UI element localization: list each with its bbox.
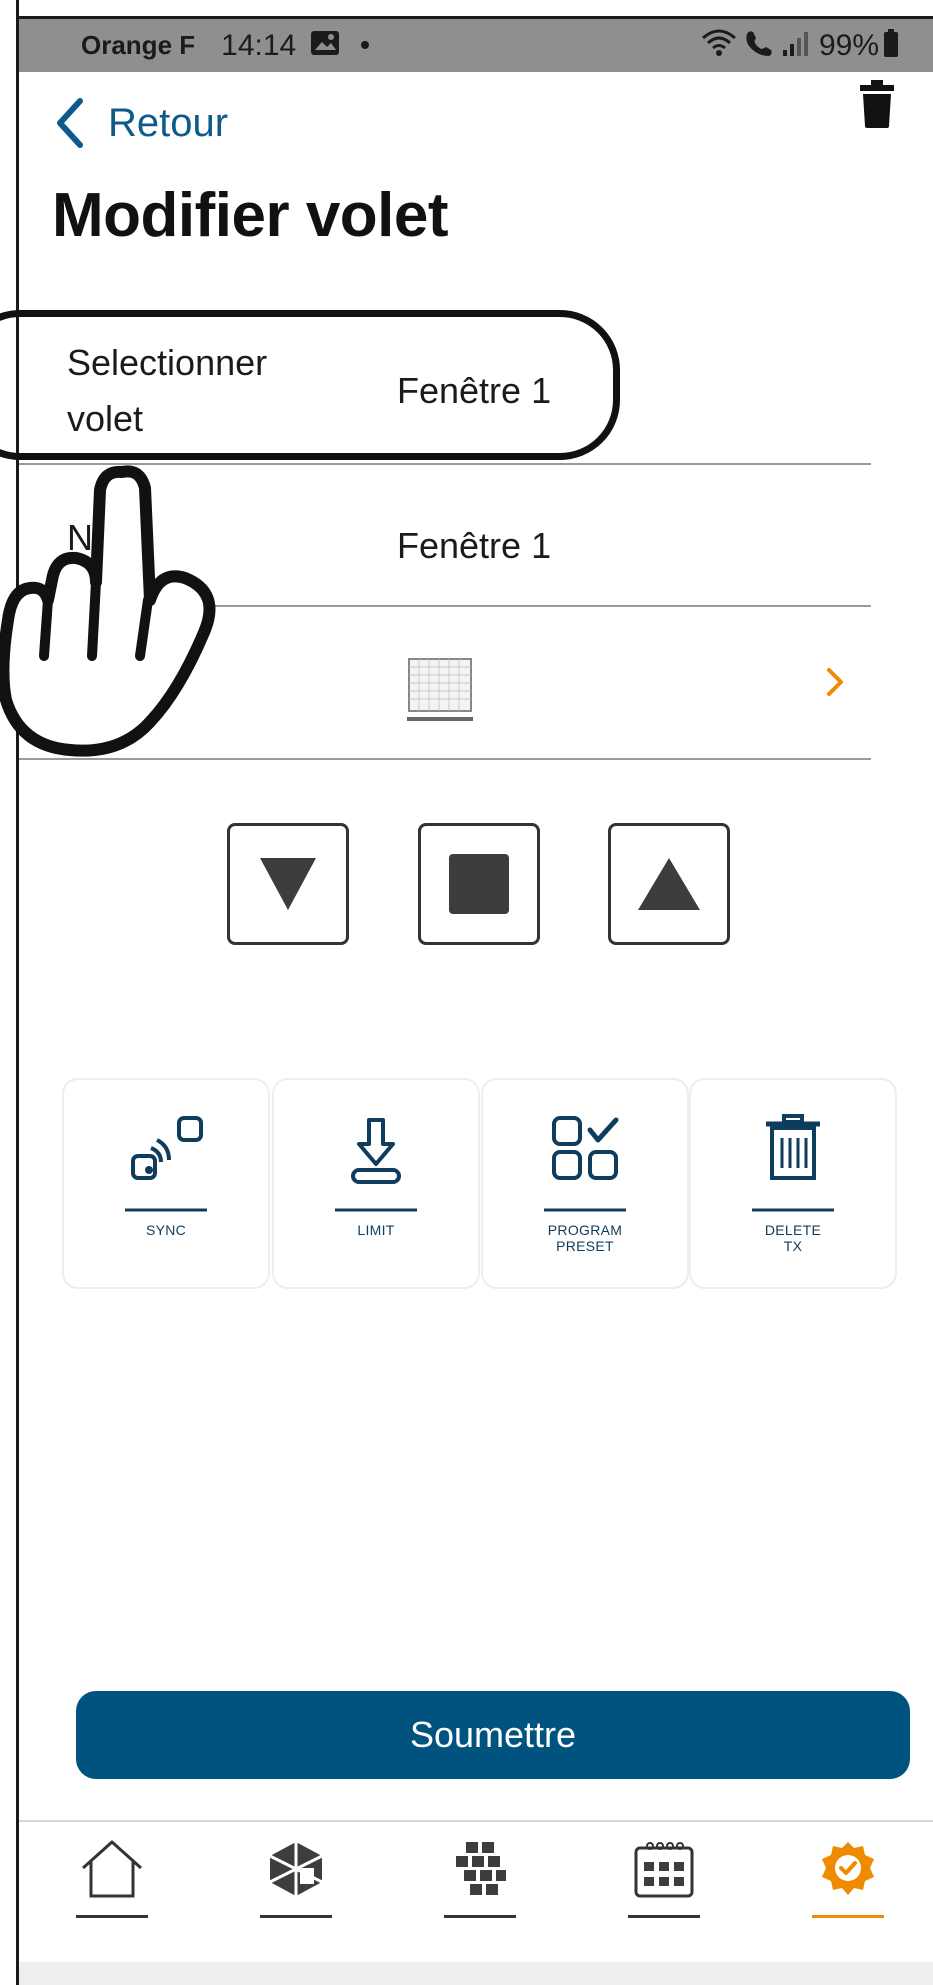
limit-icon — [335, 1118, 417, 1212]
highlight-outline — [0, 310, 620, 460]
nav-home[interactable] — [74, 1838, 150, 1918]
signal-icon — [781, 28, 811, 63]
wifi-icon — [701, 28, 737, 63]
shutter-up-button[interactable] — [608, 823, 730, 945]
window-shutter-icon — [407, 658, 473, 721]
limit-label: LIMIT — [357, 1222, 395, 1238]
limit-tile[interactable]: LIMIT — [272, 1078, 480, 1289]
nav-underline — [76, 1915, 148, 1918]
shutter-stop-button[interactable] — [418, 823, 540, 945]
sync-tile[interactable]: SYNC — [62, 1078, 270, 1289]
back-label: Retour — [108, 100, 229, 145]
shutter-down-button[interactable] — [227, 823, 349, 945]
nav-underline — [444, 1915, 516, 1918]
page-title: Modifier volet — [52, 181, 449, 250]
nav-rooms[interactable] — [258, 1838, 334, 1918]
chevron-right-icon — [827, 668, 843, 696]
status-bar: Orange F 14:14 99% — [19, 19, 933, 72]
sync-label: SYNC — [145, 1222, 187, 1238]
sync-icon — [125, 1116, 207, 1212]
nav-underline — [628, 1915, 700, 1918]
pointing-hand-icon — [0, 465, 216, 757]
dot-icon — [360, 37, 370, 55]
calendar-icon — [634, 1842, 694, 1898]
nav-settings[interactable] — [810, 1838, 886, 1918]
delete-tx-icon — [752, 1114, 834, 1212]
program-preset-icon — [544, 1116, 626, 1212]
frame-border-left — [16, 0, 19, 1985]
battery-level: 99% — [818, 28, 879, 62]
submit-button[interactable]: Soumettre — [76, 1691, 910, 1779]
carrier-name: Orange F — [81, 30, 196, 60]
back-button[interactable]: Retour — [50, 95, 228, 151]
nav-underline — [260, 1915, 332, 1918]
program-preset-tile[interactable]: PROGRAM PRESET — [481, 1078, 689, 1289]
nav-calendar[interactable] — [626, 1838, 702, 1918]
square-stop-icon — [449, 854, 509, 914]
nav-scenes[interactable] — [442, 1838, 518, 1918]
delete-tx-label: DELETE TX — [764, 1222, 822, 1254]
triangle-up-icon — [638, 858, 700, 910]
system-nav-strip — [19, 1962, 933, 1985]
call-icon — [743, 28, 775, 63]
scenes-icon — [456, 1842, 506, 1895]
program-preset-label: PROGRAM PRESET — [547, 1222, 623, 1254]
clock: 14:14 — [221, 28, 297, 62]
nav-separator — [19, 1820, 933, 1822]
name-value[interactable]: Fenêtre 1 — [397, 525, 551, 567]
home-icon — [81, 1840, 143, 1898]
triangle-down-icon — [260, 858, 316, 910]
trash-icon[interactable] — [860, 80, 894, 128]
nav-underline-active — [812, 1915, 884, 1918]
battery-icon — [883, 29, 899, 62]
settings-icon — [822, 1842, 874, 1895]
rooms-icon — [269, 1842, 323, 1896]
delete-tx-tile[interactable]: DELETE TX — [689, 1078, 897, 1289]
gallery-icon — [310, 30, 340, 61]
chevron-left-icon — [57, 98, 83, 148]
